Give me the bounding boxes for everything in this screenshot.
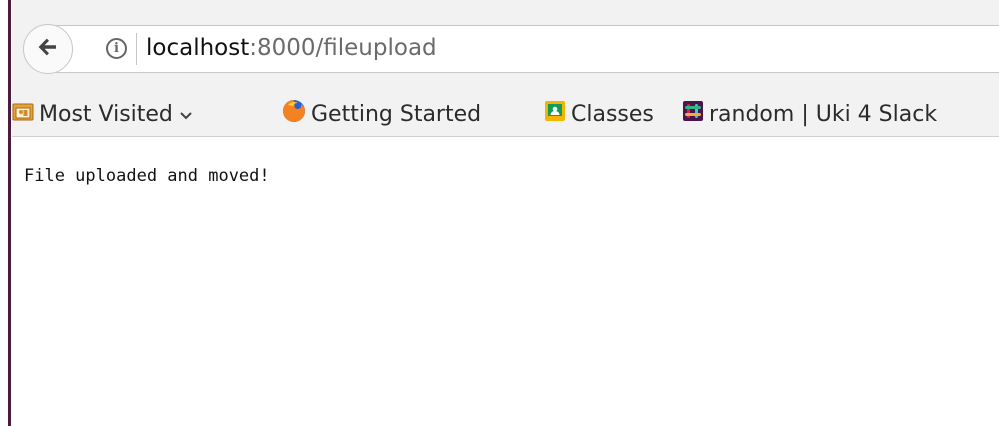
back-button[interactable]: [23, 24, 73, 74]
bookmark-label: Classes: [571, 101, 654, 127]
chevron-down-icon: [179, 102, 193, 127]
page-message: File uploaded and moved!: [24, 166, 270, 186]
url-text[interactable]: localhost:8000/fileupload: [146, 35, 437, 61]
window-left-border: [0, 0, 12, 426]
folder-icon: [12, 101, 34, 127]
browser-window: i localhost:8000/fileupload Most Visited: [0, 0, 999, 426]
bookmarks-toolbar: Most Visited Getting Started Classes ran…: [12, 91, 999, 137]
url-path: :8000/fileupload: [249, 35, 437, 61]
url-host: localhost: [146, 35, 250, 61]
bookmark-classes[interactable]: Classes: [544, 99, 654, 129]
bookmark-most-visited[interactable]: Most Visited: [12, 99, 193, 129]
bookmark-label: random | Uki 4 Slack: [709, 101, 938, 127]
classroom-icon: [544, 100, 566, 128]
url-separator: [136, 33, 137, 65]
bookmark-getting-started[interactable]: Getting Started: [282, 99, 481, 129]
navigation-row: i localhost:8000/fileupload: [12, 12, 999, 74]
info-icon[interactable]: i: [106, 38, 127, 59]
bookmark-random-uki-slack[interactable]: random | Uki 4 Slack: [682, 99, 937, 129]
address-bar[interactable]: i localhost:8000/fileupload: [48, 25, 999, 73]
bookmark-label: Getting Started: [311, 101, 482, 127]
back-arrow-icon: [36, 35, 60, 63]
slack-icon: [682, 100, 704, 128]
firefox-icon: [282, 99, 306, 129]
browser-toolbar: i localhost:8000/fileupload Most Visited: [12, 0, 999, 137]
bookmark-label: Most Visited: [39, 101, 173, 127]
